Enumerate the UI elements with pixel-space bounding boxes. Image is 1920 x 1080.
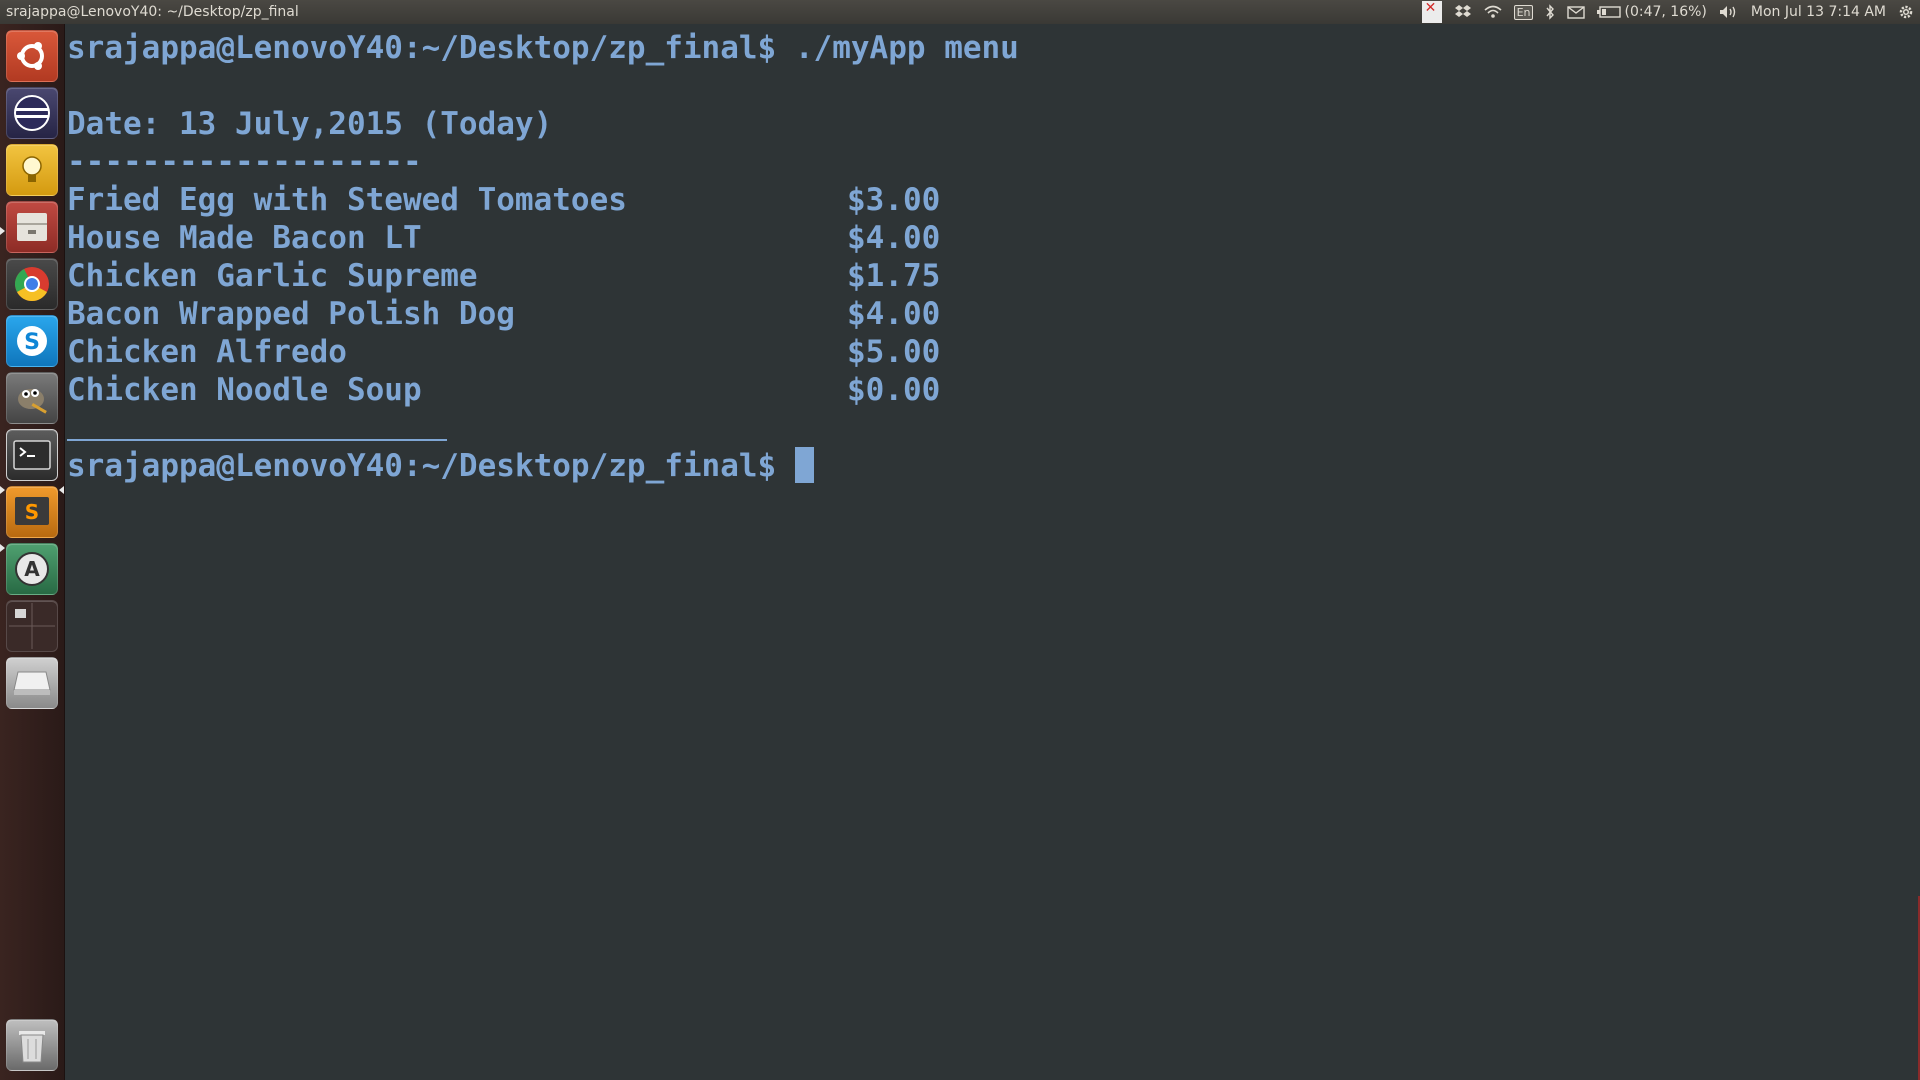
running-indicator [0,227,5,235]
command-line: srajappa@LenovoY40:~/Desktop/zp_final$ .… [67,29,1019,67]
menu-row: Chicken Alfredo $5.00 [67,333,1019,371]
launcher-item-trash[interactable] [6,1019,58,1071]
eclipse-icon [14,95,50,131]
menu-item-price: $0.00 [847,372,941,408]
launcher-item-files[interactable] [6,201,58,253]
launcher-item-software-updater[interactable]: A [6,543,58,595]
menu-item-price: $4.00 [847,296,941,332]
indicator-messages[interactable] [1567,0,1586,24]
menu-row: Bacon Wrapped Polish Dog $4.00 [67,295,1019,333]
skype-icon: S [17,326,47,356]
menu-item-name: Fried Egg with Stewed Tomatoes [67,182,627,218]
underline-rule [67,439,447,441]
launcher-item-sublime-text[interactable]: S [6,486,58,538]
focused-indicator [59,486,64,494]
ubuntu-logo-icon [17,42,44,70]
workspaces-icon [9,603,55,649]
launcher-item-eclipse[interactable] [6,87,58,139]
top-panel: srajappa@LenovoY40: ~/Desktop/zp_final E… [0,0,1920,24]
gear-icon [1899,5,1913,19]
battery-icon [1597,6,1622,18]
launcher-item-dash[interactable] [6,30,58,82]
envelope-icon [1567,5,1586,19]
menu-item-price: $1.75 [847,258,941,294]
separator-line: ------------------- [67,144,422,180]
chrome-icon [15,267,49,301]
keyboard-layout-label: En [1513,4,1534,20]
svg-text:S: S [24,330,40,355]
svg-text:S: S [25,500,39,524]
svg-text:A: A [24,557,40,581]
menu-item-name: Bacon Wrapped Polish Dog [67,296,515,332]
indicator-keyboard[interactable]: En [1513,0,1534,24]
menu-item-price: $5.00 [847,334,941,370]
bluetooth-icon [1546,4,1555,20]
indicator-sound[interactable] [1719,0,1739,24]
indicator-wifi[interactable] [1484,0,1502,24]
indicator-battery[interactable]: (0:47, 16%) [1597,0,1707,24]
running-indicator [0,544,5,552]
terminal-output: srajappa@LenovoY40:~/Desktop/zp_final$ .… [67,29,1019,485]
launcher-item-disk[interactable] [6,657,58,709]
running-indicator [0,486,5,494]
prompt: srajappa@LenovoY40:~/Desktop/zp_final$ [67,448,795,484]
trash-icon [19,1031,45,1063]
battery-text: (0:47, 16%) [1624,4,1707,20]
launcher-item-terminal[interactable] [6,429,58,481]
menu-row: Chicken Noodle Soup $0.00 [67,371,1019,409]
indicator-dropbox[interactable] [1454,0,1472,24]
wifi-icon [1484,5,1502,18]
speaker-icon [1719,6,1736,18]
prompt: srajappa@LenovoY40:~/Desktop/zp_final$ [67,30,777,66]
indicator-bluetooth[interactable] [1545,0,1555,24]
menu-item-name: Chicken Garlic Supreme [67,258,478,294]
alert-icon [1421,0,1442,23]
text-cursor [794,447,814,483]
menu-item-name: House Made Bacon LT [67,220,422,256]
launcher-item-workspace-switcher[interactable] [6,600,58,652]
launcher-item-gimp[interactable] [6,372,58,424]
launcher-item-notes[interactable] [6,144,58,196]
gimp-icon [18,389,47,414]
menu-item-price: $4.00 [847,220,941,256]
lightbulb-icon [22,156,42,182]
menu-item-name: Chicken Alfredo [67,334,347,370]
command-text: ./myApp menu [776,30,1019,66]
menu-item-price: $3.00 [847,182,941,218]
terminal-icon [13,440,51,470]
terminal-window[interactable]: srajappa@LenovoY40:~/Desktop/zp_final$ .… [65,24,1920,1080]
menu-row: Fried Egg with Stewed Tomatoes $3.00 [67,181,1019,219]
clock[interactable]: Mon Jul 13 7:14 AM [1751,0,1886,24]
launcher-item-skype[interactable]: S [6,315,58,367]
indicator-area: En (0:47, 16%) Mon Jul 13 7:14 AM [1421,0,1920,24]
drive-icon [13,671,51,695]
menu-row: Chicken Garlic Supreme $1.75 [67,257,1019,295]
indicator-alert[interactable] [1421,0,1442,24]
window-title: srajappa@LenovoY40: ~/Desktop/zp_final [6,4,299,20]
file-cabinet-icon [17,213,47,241]
launcher-item-chrome[interactable] [6,258,58,310]
launcher: S S A [0,24,65,1080]
date-line: Date: 13 July,2015 (Today) [67,106,553,142]
menu-item-name: Chicken Noodle Soup [67,372,422,408]
sublime-text-icon: S [15,497,49,525]
dropbox-icon [1454,5,1471,17]
indicator-session[interactable] [1898,0,1914,24]
menu-row: House Made Bacon LT $4.00 [67,219,1019,257]
prompt-line: srajappa@LenovoY40:~/Desktop/zp_final$ [67,447,1019,485]
software-updater-icon: A [15,552,49,586]
